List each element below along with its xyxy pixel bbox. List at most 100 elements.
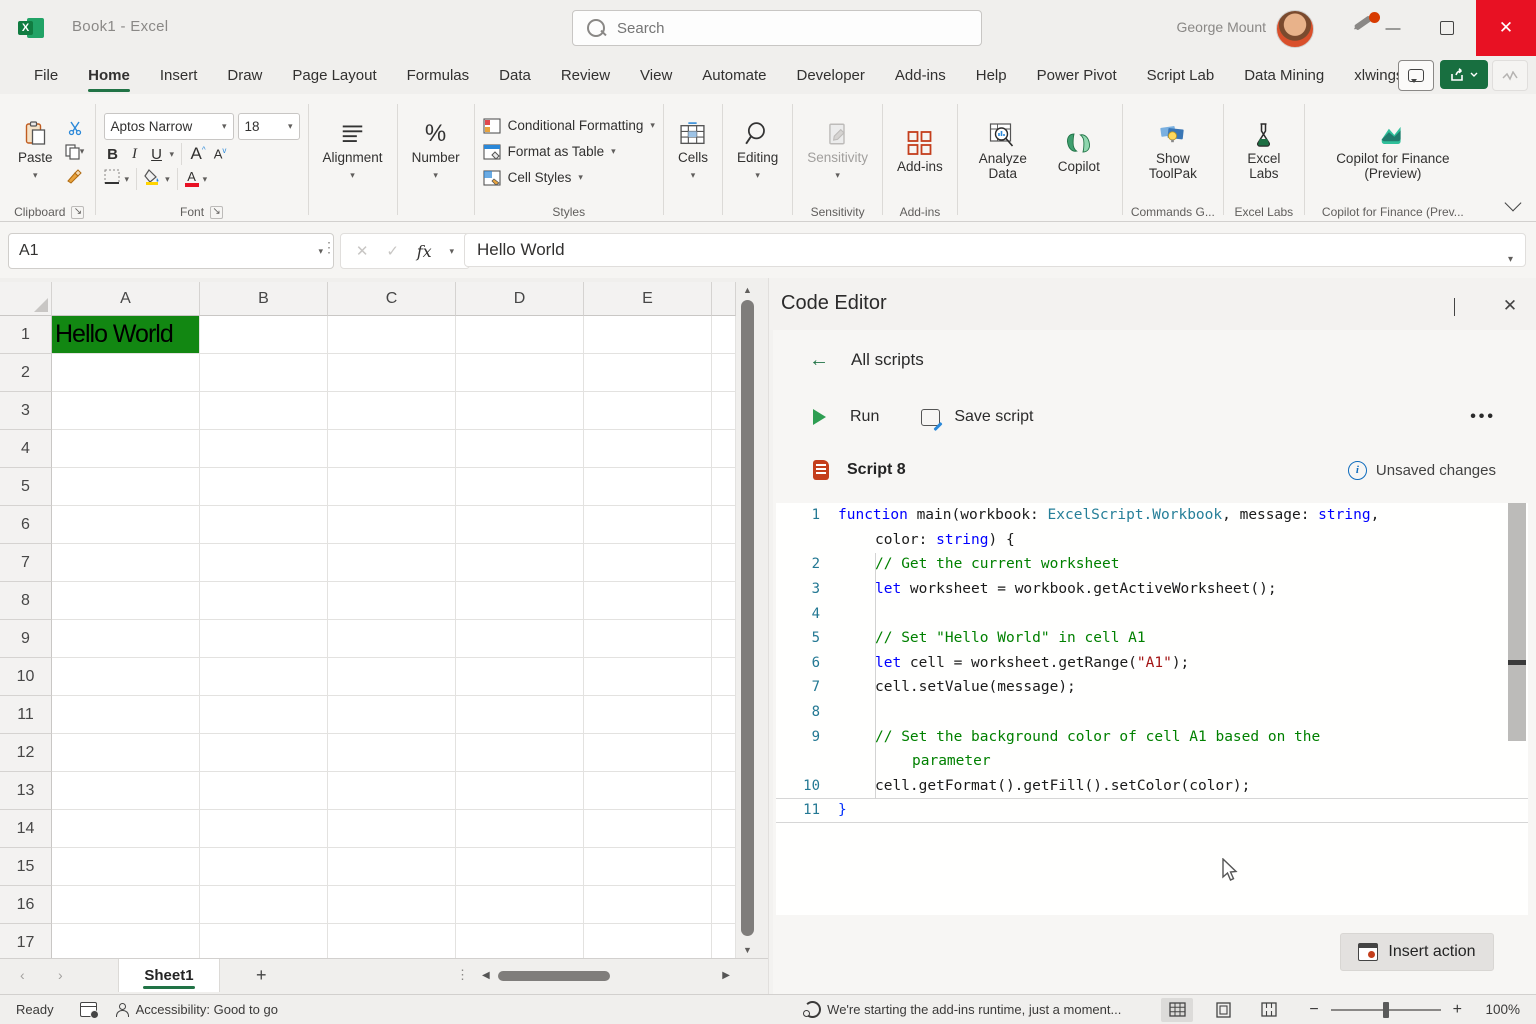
cell-d9[interactable] (456, 620, 584, 658)
cell-e15[interactable] (584, 848, 712, 886)
code-line[interactable]: color: string) { (776, 528, 1528, 553)
avatar[interactable] (1276, 10, 1314, 48)
zoom-level[interactable]: 100% (1476, 1002, 1520, 1017)
cell-c10[interactable] (328, 658, 456, 696)
bold-button[interactable]: B (104, 146, 122, 163)
underline-button[interactable]: U (148, 146, 166, 163)
column-header-a[interactable]: A (52, 282, 200, 316)
column-header-e[interactable]: E (584, 282, 712, 316)
cell-partial[interactable] (712, 506, 736, 544)
cell-d12[interactable] (456, 734, 584, 772)
column-header-c[interactable]: C (328, 282, 456, 316)
macro-record-button[interactable] (80, 1002, 97, 1017)
tab-page-layout[interactable]: Page Layout (280, 56, 388, 94)
formula-bar-handle-icon[interactable]: ⋮ (322, 239, 334, 256)
cell-c9[interactable] (328, 620, 456, 658)
cell-e12[interactable] (584, 734, 712, 772)
cell-d7[interactable] (456, 544, 584, 582)
share-button[interactable] (1440, 60, 1488, 89)
cell-a15[interactable] (52, 848, 200, 886)
font-name-combo[interactable]: Aptos Narrow▾ (104, 113, 234, 140)
cell-partial[interactable] (712, 658, 736, 696)
cell-b11[interactable] (200, 696, 328, 734)
paste-button[interactable]: Paste ▾ (12, 117, 59, 187)
cell-a8[interactable] (52, 582, 200, 620)
row-header-16[interactable]: 16 (0, 886, 52, 924)
cell-e2[interactable] (584, 354, 712, 392)
row-header-12[interactable]: 12 (0, 734, 52, 772)
cell-c3[interactable] (328, 392, 456, 430)
cell-a2[interactable] (52, 354, 200, 392)
cell-e4[interactable] (584, 430, 712, 468)
tab-add-ins[interactable]: Add-ins (883, 56, 958, 94)
page-layout-view-button[interactable] (1207, 998, 1239, 1022)
cell-d1[interactable] (456, 316, 584, 354)
cell-d6[interactable] (456, 506, 584, 544)
code-line[interactable]: 4 (776, 601, 1528, 626)
cell-b9[interactable] (200, 620, 328, 658)
save-script-button[interactable]: Save script (954, 408, 1033, 426)
cell-d14[interactable] (456, 810, 584, 848)
cell-d3[interactable] (456, 392, 584, 430)
cell-b17[interactable] (200, 924, 328, 958)
cell-e1[interactable] (584, 316, 712, 354)
cell-b10[interactable] (200, 658, 328, 696)
fill-color-button[interactable] (144, 169, 161, 190)
zoom-slider-thumb[interactable] (1383, 1002, 1389, 1018)
excel-app-icon[interactable]: X (18, 16, 44, 40)
italic-button[interactable]: I (126, 146, 144, 163)
cell-d16[interactable] (456, 886, 584, 924)
cell-e17[interactable] (584, 924, 712, 958)
code-line[interactable]: 10cell.getFormat().getFill().setColor(co… (776, 774, 1528, 799)
cell-e7[interactable] (584, 544, 712, 582)
row-header-7[interactable]: 7 (0, 544, 52, 582)
cells-button[interactable]: Cells ▾ (672, 117, 714, 187)
cell-partial[interactable] (712, 924, 736, 958)
cell-partial[interactable] (712, 316, 736, 354)
scroll-left-icon[interactable]: ◀ (482, 970, 490, 981)
cell-c1[interactable] (328, 316, 456, 354)
vertical-scrollbar[interactable]: ▲ ▼ (738, 282, 757, 958)
tab-draw[interactable]: Draw (215, 56, 274, 94)
worksheet-grid[interactable]: ABCDE1Hello World23456789101112131415161… (0, 278, 768, 958)
cell-d15[interactable] (456, 848, 584, 886)
cell-partial[interactable] (712, 354, 736, 392)
chevron-down-icon[interactable]: ▾ (165, 174, 170, 185)
cell-c5[interactable] (328, 468, 456, 506)
cell-e16[interactable] (584, 886, 712, 924)
cell-a5[interactable] (52, 468, 200, 506)
cell-c13[interactable] (328, 772, 456, 810)
cell-b16[interactable] (200, 886, 328, 924)
formula-input[interactable]: Hello World ▾ (464, 233, 1526, 267)
cell-b2[interactable] (200, 354, 328, 392)
cell-c16[interactable] (328, 886, 456, 924)
cell-d13[interactable] (456, 772, 584, 810)
close-button[interactable]: ✕ (1476, 0, 1536, 56)
cell-c12[interactable] (328, 734, 456, 772)
search-input[interactable] (615, 19, 967, 38)
row-header-2[interactable]: 2 (0, 354, 52, 392)
zoom-in-button[interactable]: + (1453, 1001, 1462, 1019)
zoom-out-button[interactable]: − (1309, 1001, 1318, 1019)
copilot-finance-button[interactable]: Copilot for Finance (Preview) (1317, 118, 1469, 185)
all-scripts-link[interactable]: ← All scripts (809, 350, 924, 370)
cell-a17[interactable] (52, 924, 200, 958)
cell-a3[interactable] (52, 392, 200, 430)
cell-b4[interactable] (200, 430, 328, 468)
code-line[interactable]: 5// Set "Hello World" in cell A1 (776, 626, 1528, 651)
editing-button[interactable]: Editing ▾ (731, 117, 784, 187)
tab-file[interactable]: File (22, 56, 70, 94)
cell-d2[interactable] (456, 354, 584, 392)
row-header-15[interactable]: 15 (0, 848, 52, 886)
scroll-down-icon[interactable]: ▼ (738, 942, 757, 958)
insert-action-button[interactable]: Insert action (1340, 933, 1494, 971)
cell-e14[interactable] (584, 810, 712, 848)
minimize-button[interactable]: — (1370, 0, 1416, 56)
cell-c4[interactable] (328, 430, 456, 468)
cell-a10[interactable] (52, 658, 200, 696)
sheet-tab-active[interactable]: Sheet1 (118, 959, 220, 992)
cell-c7[interactable] (328, 544, 456, 582)
scroll-up-icon[interactable]: ▲ (738, 282, 757, 298)
tab-data[interactable]: Data (487, 56, 543, 94)
copilot-button[interactable]: Copilot (1044, 126, 1114, 178)
